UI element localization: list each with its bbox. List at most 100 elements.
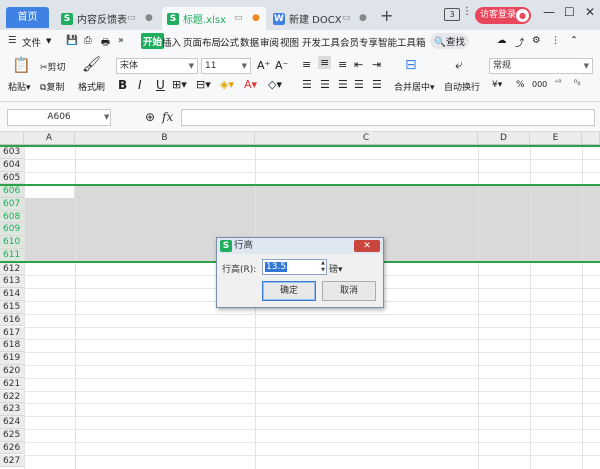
save-icon[interactable]: 💾 <box>66 35 78 46</box>
row-header[interactable]: 620 <box>0 364 24 378</box>
row-header[interactable]: 605 <box>0 171 24 185</box>
currency-button[interactable]: ¥▾ <box>492 80 502 90</box>
dialog-titlebar[interactable]: S 行高 ✕ <box>217 238 383 254</box>
row-height-input[interactable]: 13.5 ▲ ▼ <box>262 259 327 275</box>
underline-button[interactable]: U <box>156 78 165 92</box>
align-top-icon[interactable]: ≡ <box>302 58 311 71</box>
row-header[interactable]: 610 <box>0 236 24 249</box>
menu-view[interactable]: 视图 <box>280 35 299 49</box>
percent-button[interactable]: % <box>516 80 525 90</box>
dot-icon[interactable]: ● <box>359 13 367 23</box>
row-header[interactable]: 611 <box>0 249 24 262</box>
align-right-icon[interactable]: ☰ <box>338 78 348 91</box>
italic-button[interactable]: I <box>138 78 142 92</box>
share-icon[interactable]: ⤴ <box>515 35 525 49</box>
justify-icon[interactable]: ☰ <box>354 78 364 91</box>
row-header[interactable]: 609 <box>0 223 24 237</box>
format-painter-button[interactable]: 格式刷 <box>78 80 105 93</box>
merge-center-icon[interactable]: ⊟ <box>405 57 417 73</box>
ok-button[interactable]: 确定 <box>262 281 316 301</box>
number-format-select[interactable]: 常规 ▼ <box>489 58 593 74</box>
zoom-icon[interactable]: ⊕ <box>145 110 155 124</box>
close-icon[interactable]: ✕ <box>585 5 595 19</box>
menu-review[interactable]: 审阅 <box>260 35 279 49</box>
visitor-login-button[interactable]: 访客登录 ● <box>475 7 531 24</box>
menu-data[interactable]: 数据 <box>240 35 259 49</box>
row-header[interactable]: 621 <box>0 377 24 391</box>
monitor-icon[interactable]: ▭ <box>127 13 136 23</box>
decrease-font-icon[interactable]: A⁻ <box>275 59 288 72</box>
row-header[interactable]: 608 <box>0 210 24 224</box>
column-header-e[interactable]: E <box>530 132 582 145</box>
decrease-decimal-icon[interactable]: ⁰₀ <box>574 78 580 87</box>
paste-icon[interactable]: 📋 <box>12 56 31 74</box>
menu-formula[interactable]: 公式 <box>220 35 239 49</box>
indent-increase-icon[interactable]: ⇥ <box>372 58 381 71</box>
new-tab-button[interactable]: + <box>380 6 393 25</box>
column-header-next[interactable] <box>582 132 600 145</box>
row-header[interactable]: 607 <box>0 197 24 211</box>
menu-smart-tools[interactable]: 智能工具箱 <box>378 35 426 49</box>
row-header[interactable]: 625 <box>0 428 24 442</box>
row-header[interactable]: 627 <box>0 454 24 468</box>
row-header[interactable]: 618 <box>0 339 24 353</box>
clear-format-icon[interactable]: ◇▾ <box>268 78 282 91</box>
column-header-b[interactable]: B <box>75 132 255 145</box>
chevron-down-icon[interactable]: ▼ <box>46 37 51 45</box>
menu-file[interactable]: 文件 <box>22 35 41 49</box>
row-header[interactable]: 622 <box>0 390 24 404</box>
row-header[interactable]: 623 <box>0 403 24 417</box>
tab-new-docx[interactable]: W 新建 DOCX 文 <box>268 7 368 30</box>
name-box[interactable]: A606 <box>7 109 111 126</box>
row-header[interactable]: 606 <box>0 185 24 198</box>
print-icon[interactable]: 🖶 <box>101 35 110 51</box>
row-header[interactable]: 612 <box>0 262 24 276</box>
merge-center-button[interactable]: 合并居中▾ <box>394 80 435 93</box>
strikethrough-icon[interactable]: ⊟▾ <box>196 78 211 91</box>
paste-button[interactable]: 粘贴▾ <box>8 80 31 93</box>
unsaved-dot-icon[interactable]: ● <box>252 13 260 23</box>
menu-insert[interactable]: 插入 <box>162 35 181 49</box>
align-left-icon[interactable]: ☰ <box>302 78 312 91</box>
align-center-icon[interactable]: ☰ <box>320 78 330 91</box>
dot-icon[interactable]: ● <box>145 13 153 23</box>
formula-input[interactable] <box>181 109 595 126</box>
hamburger-icon[interactable]: ☰ <box>8 35 17 46</box>
indent-decrease-icon[interactable]: ⇤ <box>354 58 363 71</box>
row-header[interactable]: 604 <box>0 158 24 172</box>
border-icon[interactable]: ⊞▾ <box>172 78 187 91</box>
font-size-select[interactable]: 11 ▼ <box>201 58 251 74</box>
distribute-icon[interactable]: ☰ <box>372 78 382 91</box>
font-name-select[interactable]: 宋体 ▼ <box>116 58 198 74</box>
column-header-a[interactable]: A <box>24 132 75 145</box>
more-menu-icon[interactable]: » <box>118 35 124 46</box>
chevron-down-icon[interactable]: ▼ <box>104 113 109 121</box>
row-header[interactable]: 616 <box>0 313 24 327</box>
thousands-button[interactable]: 000 <box>532 80 547 89</box>
select-all-corner[interactable] <box>0 132 24 145</box>
active-cell[interactable] <box>25 186 74 198</box>
row-header[interactable]: 617 <box>0 326 24 340</box>
window-count-badge[interactable]: 3 <box>444 8 460 21</box>
fx-button[interactable]: fx <box>162 110 173 124</box>
print-preview-icon[interactable]: ⎙ <box>84 35 92 46</box>
monitor-icon[interactable]: ▭ <box>342 13 351 23</box>
cancel-button[interactable]: 取消 <box>322 281 376 301</box>
row-header[interactable]: 626 <box>0 441 24 455</box>
row-header[interactable]: 613 <box>0 275 24 289</box>
monitor-icon[interactable]: ▭ <box>234 13 243 23</box>
row-header[interactable]: 615 <box>0 300 24 314</box>
tab-title-xlsx[interactable]: S 标题.xlsx <box>162 7 266 30</box>
format-painter-icon[interactable]: 🖌 <box>82 55 101 73</box>
column-header-d[interactable]: D <box>478 132 530 145</box>
copy-button[interactable]: ⧉复制 <box>40 80 64 93</box>
fill-color-icon[interactable]: ◈▾ <box>220 78 234 91</box>
menu-member[interactable]: 会员专享 <box>340 35 378 49</box>
font-color-icon[interactable]: A▾ <box>244 78 257 91</box>
more-icon[interactable]: ⋮ <box>551 35 561 46</box>
minimize-icon[interactable]: — <box>543 5 555 19</box>
cloud-icon[interactable]: ☁ <box>497 35 507 46</box>
align-middle-icon[interactable]: ≡ <box>318 56 332 69</box>
row-header[interactable]: 619 <box>0 352 24 365</box>
dialog-close-button[interactable]: ✕ <box>354 240 380 252</box>
